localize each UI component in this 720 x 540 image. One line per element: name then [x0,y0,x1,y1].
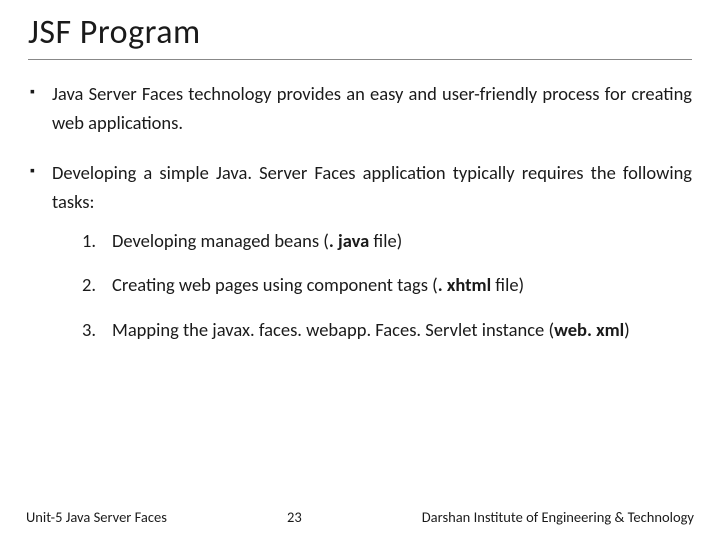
footer-right: Darshan Institute of Engineering & Techn… [422,508,694,526]
slide-number: 23 [287,508,302,526]
list-item: 2. Creating web pages using component ta… [82,271,692,300]
bullet-list: Java Server Faces technology provides an… [28,80,692,345]
item-text-post: file) [491,273,524,296]
item-number: 3. [82,316,96,345]
item-number: 1. [82,227,96,256]
item-text-pre: Mapping the javax. faces. webapp. Faces.… [112,318,554,341]
numbered-list: 1. Developing managed beans (. java file… [52,227,692,345]
list-item: 3. Mapping the javax. faces. webapp. Fac… [82,316,692,345]
item-text-pre: Creating web pages using component tags … [112,273,438,296]
slide-content: Java Server Faces technology provides an… [28,80,692,345]
item-text-bold: . java [329,229,369,252]
item-text-post: file) [369,229,402,252]
slide: JSF Program Java Server Faces technology… [0,0,720,540]
bullet-text: Developing a simple Java. Server Faces a… [52,161,692,213]
bullet-item: Developing a simple Java. Server Faces a… [30,159,692,344]
item-text-post: ) [624,318,630,341]
list-item: 1. Developing managed beans (. java file… [82,227,692,256]
item-text-bold: . xhtml [438,273,491,296]
footer: Unit-5 Java Server Faces 23 Darshan Inst… [0,508,720,526]
item-text-pre: Developing managed beans ( [112,229,329,252]
slide-title: JSF Program [28,12,692,60]
footer-left: Unit-5 Java Server Faces [26,508,167,526]
item-text-bold: web. xml [554,318,624,341]
item-number: 2. [82,271,96,300]
bullet-item: Java Server Faces technology provides an… [30,80,692,137]
